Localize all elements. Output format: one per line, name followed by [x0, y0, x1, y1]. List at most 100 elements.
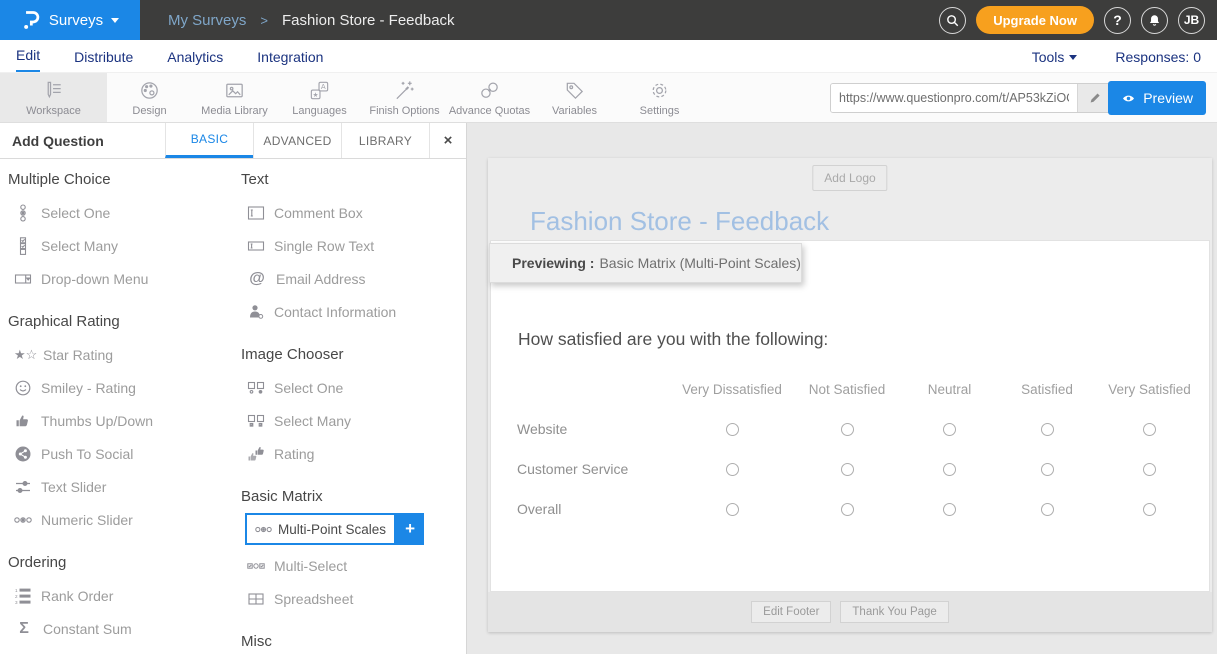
sigma-icon: Σ [14, 620, 34, 638]
qtype-multi-select[interactable]: Multi-Select [233, 549, 466, 582]
tab-basic[interactable]: BASIC [165, 123, 253, 158]
comment-box-icon [247, 204, 265, 222]
qtype-image-select-many[interactable]: Select Many [233, 404, 466, 437]
toolbar-advance-quotas[interactable]: Advance Quotas [447, 73, 532, 122]
tools-menu[interactable]: Tools [1032, 49, 1078, 65]
search-icon [945, 13, 960, 28]
qtype-smiley-rating[interactable]: Smiley - Rating [0, 371, 233, 404]
matrix-row-label: Website [517, 409, 672, 449]
matrix-col-header: Not Satisfied [792, 369, 902, 409]
add-question-type-button[interactable]: + [396, 513, 424, 545]
upgrade-now-button[interactable]: Upgrade Now [976, 6, 1094, 34]
radio-website-2[interactable] [841, 423, 854, 436]
toolbar-variables[interactable]: Variables [532, 73, 617, 122]
stars-icon: ★☆ [14, 347, 34, 363]
survey-name: Fashion Store - Feedback [282, 12, 455, 29]
add-logo-button[interactable]: Add Logo [812, 165, 887, 191]
help-button[interactable]: ? [1104, 7, 1131, 34]
radio-website-3[interactable] [943, 423, 956, 436]
toolbar-label: Workspace [26, 105, 81, 117]
group-misc: Misc [241, 633, 466, 650]
radio-overall-1[interactable] [726, 503, 739, 516]
edit-footer-button[interactable]: Edit Footer [751, 601, 831, 623]
qtype-dropdown-menu[interactable]: Drop-down Menu [0, 262, 233, 295]
thank-you-page-button[interactable]: Thank You Page [840, 601, 948, 623]
question-types-column-2: Text Comment Box Single Row Text @ Email… [233, 159, 466, 654]
radio-customer-service-2[interactable] [841, 463, 854, 476]
qtype-thumbs-up-down[interactable]: Thumbs Up/Down [0, 404, 233, 437]
qtype-label: Rating [274, 446, 314, 462]
responses-count[interactable]: Responses: 0 [1115, 49, 1201, 65]
product-switcher[interactable]: Surveys [0, 0, 140, 40]
survey-nav: Edit Distribute Analytics Integration To… [0, 40, 1217, 73]
group-multiple-choice: Multiple Choice [8, 171, 233, 188]
radio-overall-5[interactable] [1143, 503, 1156, 516]
tab-edit[interactable]: Edit [16, 47, 40, 72]
radio-website-4[interactable] [1041, 423, 1054, 436]
qtype-label: Text Slider [41, 479, 106, 495]
search-button[interactable] [939, 7, 966, 34]
qtype-label: Comment Box [274, 205, 363, 221]
tab-advanced[interactable]: ADVANCED [253, 123, 341, 158]
group-basic-matrix: Basic Matrix [241, 488, 466, 505]
toolbar-languages[interactable]: A ★ Languages [277, 73, 362, 122]
qtype-label: Email Address [276, 271, 365, 287]
qtype-select-one[interactable]: Select One [0, 196, 233, 229]
qtype-email-address[interactable]: @ Email Address [233, 262, 466, 295]
qtype-single-row-text[interactable]: Single Row Text [233, 229, 466, 262]
preview-footer: Edit Footer Thank You Page [488, 592, 1212, 632]
tab-distribute[interactable]: Distribute [74, 49, 133, 72]
qtype-push-to-social[interactable]: Push To Social [0, 437, 233, 470]
survey-url-input[interactable] [831, 84, 1077, 112]
qtype-cutoff-item[interactable] [0, 645, 233, 654]
toolbar-label: Settings [640, 105, 680, 117]
qtype-select-many[interactable]: Select Many [0, 229, 233, 262]
toolbar-workspace[interactable]: Workspace [0, 73, 107, 122]
smiley-icon [14, 379, 32, 397]
qtype-constant-sum[interactable]: Σ Constant Sum [0, 612, 233, 645]
toolbar-label: Advance Quotas [449, 105, 530, 117]
qtype-multi-point-scales-selected[interactable]: Multi-Point Scales [245, 513, 396, 545]
qtype-comment-box[interactable]: Comment Box [233, 196, 466, 229]
qtype-image-select-one[interactable]: Select One [233, 371, 466, 404]
numbered-list-icon: 1 2 3 [14, 587, 32, 605]
radio-customer-service-3[interactable] [943, 463, 956, 476]
tab-analytics[interactable]: Analytics [167, 49, 223, 72]
dropdown-icon [14, 270, 32, 288]
previewing-value: Basic Matrix (Multi-Point Scales) [599, 255, 801, 271]
radio-website-1[interactable] [726, 423, 739, 436]
qtype-spreadsheet[interactable]: Spreadsheet [233, 582, 466, 615]
toolbar-finish-options[interactable]: Finish Options [362, 73, 447, 122]
qtype-image-rating[interactable]: Rating [233, 437, 466, 470]
toolbar-design[interactable]: Design [107, 73, 192, 122]
qtype-star-rating[interactable]: ★☆ Star Rating [0, 338, 233, 371]
tab-library[interactable]: LIBRARY [341, 123, 429, 158]
radio-overall-4[interactable] [1041, 503, 1054, 516]
image-radio-icon [247, 379, 265, 397]
toolbar-media-library[interactable]: Media Library [192, 73, 277, 122]
qtype-text-slider[interactable]: Text Slider [0, 470, 233, 503]
edit-url-button[interactable] [1077, 84, 1111, 112]
chain-links-icon [478, 79, 501, 102]
builder-toolbar: Workspace Design Media Library A ★ Langu… [0, 73, 1217, 123]
radio-website-5[interactable] [1143, 423, 1156, 436]
user-avatar[interactable]: JB [1178, 7, 1205, 34]
question-preview-panel: How satisfied are you with the following… [490, 240, 1210, 592]
radio-overall-2[interactable] [841, 503, 854, 516]
radio-overall-3[interactable] [943, 503, 956, 516]
radio-customer-service-4[interactable] [1041, 463, 1054, 476]
qtype-rank-order[interactable]: 1 2 3 Rank Order [0, 579, 233, 612]
preview-area: Add Logo Fashion Store - Feedback How sa… [467, 123, 1217, 654]
close-panel-button[interactable]: × [429, 123, 466, 158]
radio-customer-service-1[interactable] [726, 463, 739, 476]
breadcrumb-my-surveys[interactable]: My Surveys [168, 12, 246, 29]
preview-button[interactable]: Preview [1108, 81, 1206, 115]
qtype-label: Select One [274, 380, 343, 396]
toolbar-settings[interactable]: Settings [617, 73, 702, 122]
qtype-contact-information[interactable]: Contact Information [233, 295, 466, 328]
qtype-numeric-slider[interactable]: Numeric Slider [0, 503, 233, 536]
notifications-button[interactable] [1141, 7, 1168, 34]
radio-customer-service-5[interactable] [1143, 463, 1156, 476]
tab-integration[interactable]: Integration [257, 49, 323, 72]
survey-title[interactable]: Fashion Store - Feedback [530, 206, 829, 237]
